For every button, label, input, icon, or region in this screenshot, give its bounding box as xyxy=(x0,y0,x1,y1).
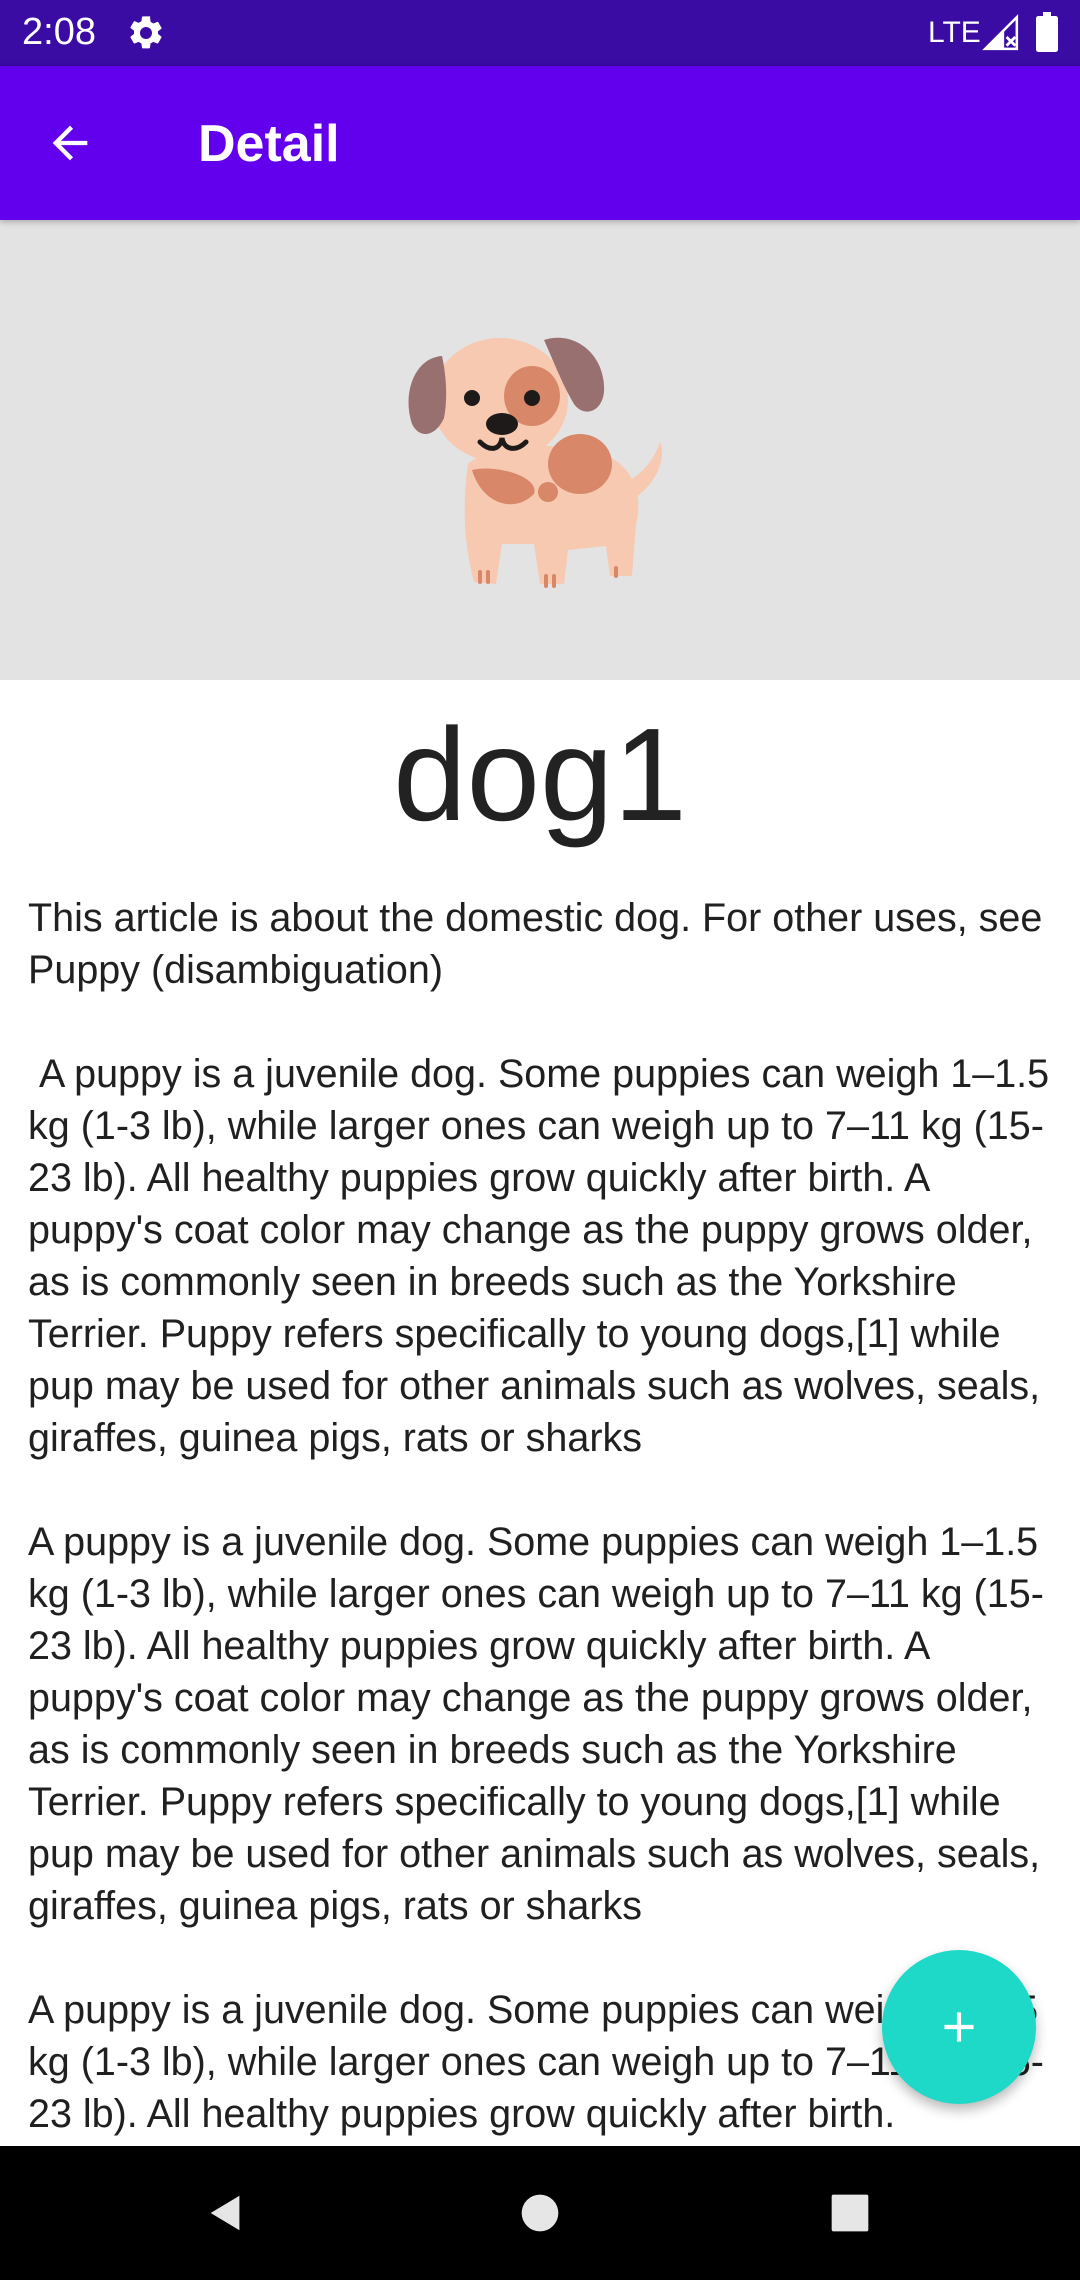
puppy-illustration xyxy=(408,337,663,588)
gear-icon xyxy=(126,13,166,53)
back-triangle-icon xyxy=(210,2195,240,2231)
battery-icon xyxy=(1036,12,1058,52)
status-time: 2:08 xyxy=(22,11,96,53)
system-nav-bar xyxy=(0,2146,1080,2280)
nav-back-button[interactable] xyxy=(196,2183,256,2243)
app-bar: Detail xyxy=(0,66,1080,220)
arrow-back-icon xyxy=(52,125,88,161)
page-title: Detail xyxy=(198,115,340,173)
add-fab-button[interactable] xyxy=(882,1950,1036,2104)
detail-description: This article is about the domestic dog. … xyxy=(28,896,1050,2136)
hero-image-area xyxy=(0,220,1080,680)
network-type: LTE xyxy=(928,16,981,49)
back-button[interactable] xyxy=(30,103,110,183)
detail-title: dog1 xyxy=(393,701,687,848)
home-circle-icon xyxy=(521,2194,559,2232)
recents-square-icon xyxy=(831,2194,869,2232)
status-bar: 2:08 LTE xyxy=(0,0,1080,66)
nav-home-button[interactable] xyxy=(510,2183,570,2243)
nav-recents-button[interactable] xyxy=(820,2183,880,2243)
plus-icon xyxy=(944,2012,974,2042)
signal-icon xyxy=(982,14,1020,52)
